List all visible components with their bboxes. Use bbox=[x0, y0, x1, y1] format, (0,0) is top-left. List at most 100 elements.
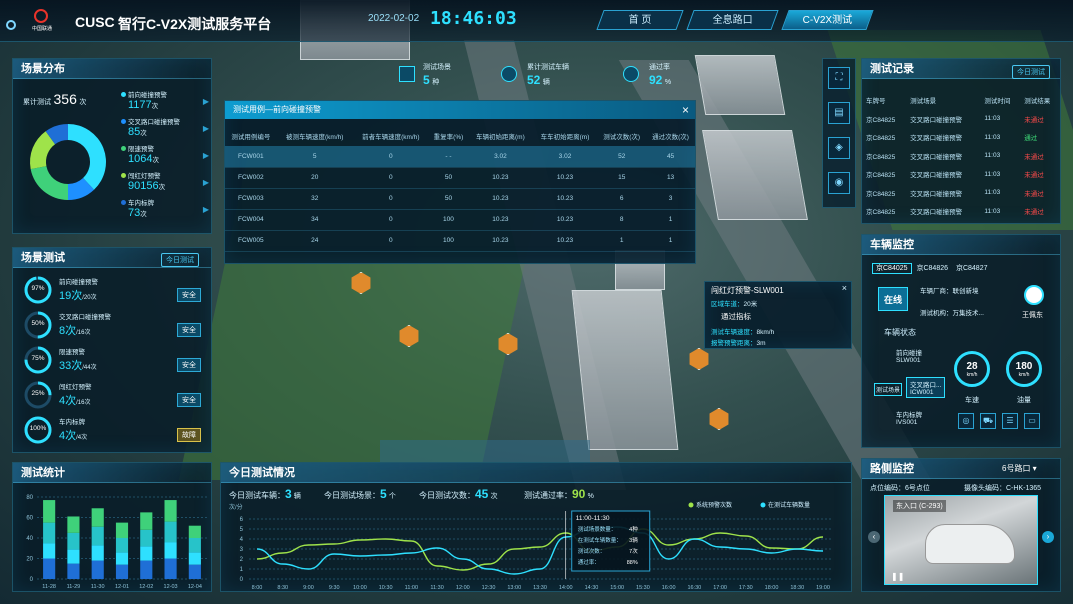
info-row: 报警预警距离：3m bbox=[711, 340, 766, 347]
scene-legend-item[interactable]: 限速预警 1064次 ▶ bbox=[121, 143, 209, 170]
today-test-button[interactable]: 今日测试 bbox=[1012, 65, 1050, 79]
stack-icon[interactable]: ◈ bbox=[828, 137, 850, 159]
y-tick: 5 bbox=[240, 527, 244, 533]
column-header: 被测车辆速度(km/h) bbox=[286, 133, 344, 141]
table-cell: 15 bbox=[618, 174, 626, 181]
scene-legend-item[interactable]: 车内标牌 73次 ▶ bbox=[121, 197, 209, 224]
stat-label: 测试场景 bbox=[423, 64, 451, 71]
status-badge[interactable]: 安全 bbox=[177, 288, 201, 302]
plate-tab[interactable]: 京C84827 bbox=[953, 264, 991, 273]
table-cell: 34 bbox=[311, 216, 319, 223]
scene-test-row[interactable]: 97% 前向碰撞预警 19次/20次 安全 bbox=[13, 274, 213, 307]
video-icon[interactable]: ▭ bbox=[1024, 413, 1040, 429]
play-icon[interactable]: ❚❚ bbox=[891, 572, 904, 581]
plate-tab[interactable]: 京C84826 bbox=[913, 264, 951, 273]
close-icon[interactable]: × bbox=[682, 101, 689, 119]
scene-legend-item[interactable]: 交叉路口碰撞预警 85次 ▶ bbox=[121, 116, 209, 143]
bar-segment bbox=[43, 558, 56, 579]
y-tick: 4 bbox=[240, 537, 244, 543]
donut-slice bbox=[30, 166, 68, 200]
total: /4次 bbox=[76, 435, 88, 441]
status-badge[interactable]: 安全 bbox=[177, 393, 201, 407]
bar-segment bbox=[188, 525, 201, 538]
stat-value: 52 辆 bbox=[527, 73, 550, 87]
fullscreen-icon[interactable]: ⛶ bbox=[828, 67, 850, 89]
table-cell: 京C84825 bbox=[866, 116, 896, 124]
x-tick: 11:30 bbox=[430, 585, 443, 591]
table-row[interactable]: 京C84825 交叉路口碰撞预警 11:03 通过 bbox=[862, 128, 1060, 147]
video-feed[interactable]: 东入口 (C-293) ❚❚ bbox=[884, 495, 1038, 585]
chevron-right-icon[interactable]: ▶ bbox=[203, 178, 209, 187]
tab-intersection[interactable]: 全息路口 bbox=[686, 10, 779, 30]
bar-segment bbox=[67, 563, 80, 579]
status-scene: 前向碰撞 SLW001 bbox=[896, 350, 922, 364]
table-row[interactable]: FCW005 24 0 100 10.23 10.23 1 1 bbox=[225, 230, 695, 251]
table-row[interactable]: FCW003 32 0 50 10.23 10.23 6 3 bbox=[225, 188, 695, 209]
scene-test-row[interactable]: 50% 交叉路口碰撞预警 8次/16次 安全 bbox=[13, 309, 213, 342]
scene-test-panel: 场景测试 今日测试 97% 前向碰撞预警 19次/20次 安全 50% 交叉路口碰撞预警 8… bbox=[12, 247, 212, 453]
signal-icon[interactable]: ◉ bbox=[828, 172, 850, 194]
legend-value: 1064次 bbox=[128, 153, 209, 165]
count: 33次 bbox=[59, 360, 83, 372]
x-tick: 18:30 bbox=[790, 585, 804, 591]
table-row[interactable]: 京C84825 交叉路口碰撞预警 11:03 未通过 bbox=[862, 147, 1060, 166]
table-cell: 京C84825 bbox=[866, 209, 896, 217]
table-row[interactable]: 京C84825 交叉路口碰撞预警 11:03 未通过 bbox=[862, 184, 1060, 203]
table-row[interactable]: FCW002 20 0 50 10.23 10.23 15 13 bbox=[225, 167, 695, 188]
status-badge[interactable]: 安全 bbox=[177, 323, 201, 337]
chevron-right-icon[interactable]: ▶ bbox=[203, 124, 209, 133]
tooltip-value: 7次 bbox=[629, 547, 638, 555]
table-row[interactable]: FCW004 34 0 100 10.23 10.23 8 1 bbox=[225, 209, 695, 230]
chevron-right-icon[interactable]: ▶ bbox=[203, 151, 209, 160]
scene-test-row[interactable]: 75% 限速预警 33次/44次 安全 bbox=[13, 344, 213, 377]
column-header: 测试次数(次) bbox=[603, 133, 641, 141]
scene-legend-item[interactable]: 前向碰撞预警 1177次 ▶ bbox=[121, 89, 209, 116]
online-badge: 在线 bbox=[878, 287, 908, 311]
close-icon[interactable]: × bbox=[842, 283, 847, 293]
list-icon[interactable]: ☰ bbox=[1002, 413, 1018, 429]
scene-test-row[interactable]: 25% 闯红灯预警 4次/16次 安全 bbox=[13, 379, 213, 412]
clock: 18:46:03 bbox=[430, 8, 517, 29]
car-icon[interactable]: ⛟ bbox=[980, 413, 996, 429]
layer-icon[interactable]: ▤ bbox=[828, 102, 850, 124]
table-cell: 10.23 bbox=[492, 174, 509, 181]
total: /16次 bbox=[76, 400, 91, 406]
next-button[interactable]: › bbox=[1042, 531, 1054, 543]
stat-label: 累计测试车辆 bbox=[527, 64, 569, 71]
scene-test-row[interactable]: 100% 车内标牌 4次/4次 故障 bbox=[13, 414, 213, 447]
plate-tab[interactable]: 京C84025 bbox=[872, 263, 912, 274]
target-icon[interactable]: ◎ bbox=[958, 413, 974, 429]
prev-button[interactable]: ‹ bbox=[868, 531, 880, 543]
chevron-right-icon[interactable]: ▶ bbox=[203, 205, 209, 214]
car-icon[interactable] bbox=[689, 348, 709, 370]
table-cell: 10.23 bbox=[556, 237, 574, 244]
table-cell: 8 bbox=[619, 216, 624, 223]
tab-cv2x-test[interactable]: C-V2X测试 bbox=[781, 10, 874, 30]
y-tick: 6 bbox=[240, 517, 244, 523]
today-test-button[interactable]: 今日测试 bbox=[161, 253, 199, 267]
tab-home[interactable]: 首 页 bbox=[596, 10, 684, 30]
ring-percent: 75% bbox=[31, 355, 45, 362]
ring-percent: 25% bbox=[31, 390, 45, 397]
car-icon[interactable] bbox=[709, 408, 729, 430]
chevron-right-icon[interactable]: ▶ bbox=[203, 97, 209, 106]
bar-segment bbox=[43, 543, 56, 559]
status-badge[interactable]: 故障 bbox=[177, 428, 201, 442]
value: 73 bbox=[128, 207, 141, 219]
tooltip-value: 88% bbox=[627, 560, 638, 566]
speed-gauge: 28 km/h bbox=[954, 351, 990, 387]
scene-distribution-panel: 场景分布 累计测试 356 次 前向碰撞预警 1177次 ▶ 交叉路口碰撞预警 85次 ▶… bbox=[12, 58, 212, 234]
bar-segment bbox=[164, 521, 177, 543]
table-row[interactable]: 京C84825 交叉路口碰撞预警 11:03 未通过 bbox=[862, 165, 1060, 184]
intersection-select[interactable]: 6号路口 ▾ bbox=[1002, 463, 1037, 474]
table-row[interactable]: 京C84825 交叉路口碰撞预警 11:03 未通过 bbox=[862, 202, 1060, 221]
y-tick: 40 bbox=[26, 536, 33, 542]
status-badge[interactable]: 安全 bbox=[177, 358, 201, 372]
table-row[interactable]: 京C84825 交叉路口碰撞预警 11:03 未通过 bbox=[862, 110, 1060, 129]
column-header: 前者车辆速度(km/h) bbox=[362, 133, 420, 141]
table-cell: 交叉路口碰撞预警 bbox=[910, 116, 963, 124]
table-row[interactable]: FCW001 5 0 - - 3.02 3.02 52 45 bbox=[225, 146, 695, 167]
scene-legend-item[interactable]: 闯红灯预警 90156次 ▶ bbox=[121, 170, 209, 197]
table-cell: 0 bbox=[389, 174, 393, 181]
settings-icon[interactable] bbox=[6, 20, 16, 30]
